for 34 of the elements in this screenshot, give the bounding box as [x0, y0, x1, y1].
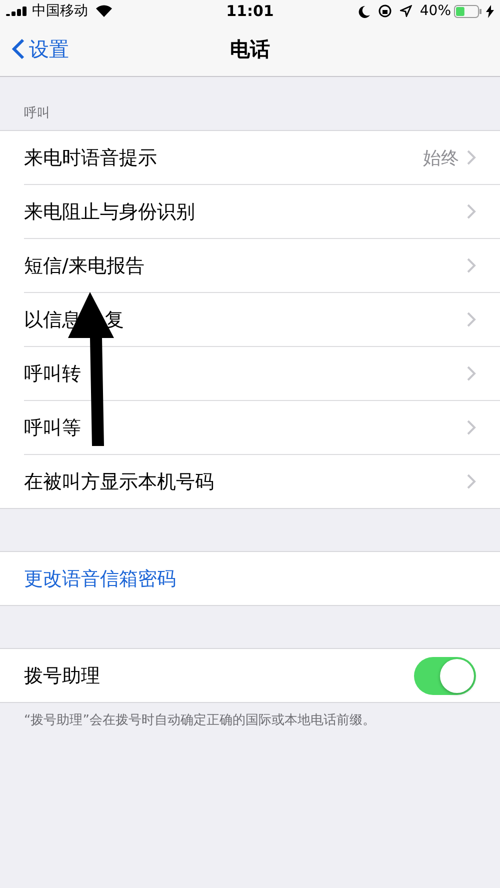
chevron-icon: [467, 312, 476, 327]
chevron-icon: [467, 366, 476, 381]
signal-icon: [6, 6, 28, 16]
setting-label[interactable]: 在被叫方显示本机号码: [24, 468, 214, 494]
moon-icon: [358, 4, 370, 18]
back-label[interactable]: 设置: [29, 36, 69, 62]
chevron-icon: [467, 204, 476, 219]
screen-title: 电话: [230, 36, 270, 62]
setting-label-fragment: 复: [105, 308, 124, 332]
setting-label[interactable]: 来电时语音提示: [24, 144, 157, 170]
setting-label[interactable]: 更改语音信箱密码: [24, 566, 176, 592]
charging-icon: [486, 4, 494, 18]
setting-label[interactable]: 短信/来电报告: [24, 252, 144, 278]
chevron-icon: [467, 420, 476, 435]
footer-note: “拨号助理”会在拨号时自动确定正确的国际或本地电话前缀。: [23, 712, 376, 730]
setting-label[interactable]: 呼叫等: [24, 414, 81, 440]
setting-value: 始终: [423, 146, 459, 170]
status-time: 11:01: [226, 2, 274, 20]
toggle-switch[interactable]: [414, 656, 476, 694]
section-header: 呼叫: [23, 105, 51, 123]
chevron-icon: [467, 258, 476, 273]
wifi-icon: [96, 5, 112, 17]
battery-percent: 40%: [420, 3, 451, 19]
back-button[interactable]: 设置: [12, 36, 69, 62]
setting-label[interactable]: 拨号助理: [24, 662, 100, 688]
chevron-icon: [467, 150, 476, 165]
rotation-lock-icon: [378, 4, 392, 18]
battery-icon: [454, 4, 482, 18]
setting-label[interactable]: 来电阻止与身份识别: [24, 198, 195, 224]
chevron-icon: [467, 474, 476, 489]
location-icon: [400, 5, 412, 17]
back-chevron-icon: [12, 38, 25, 60]
carrier-name: 中国移动: [32, 2, 88, 20]
setting-label[interactable]: 呼叫转: [24, 360, 81, 386]
